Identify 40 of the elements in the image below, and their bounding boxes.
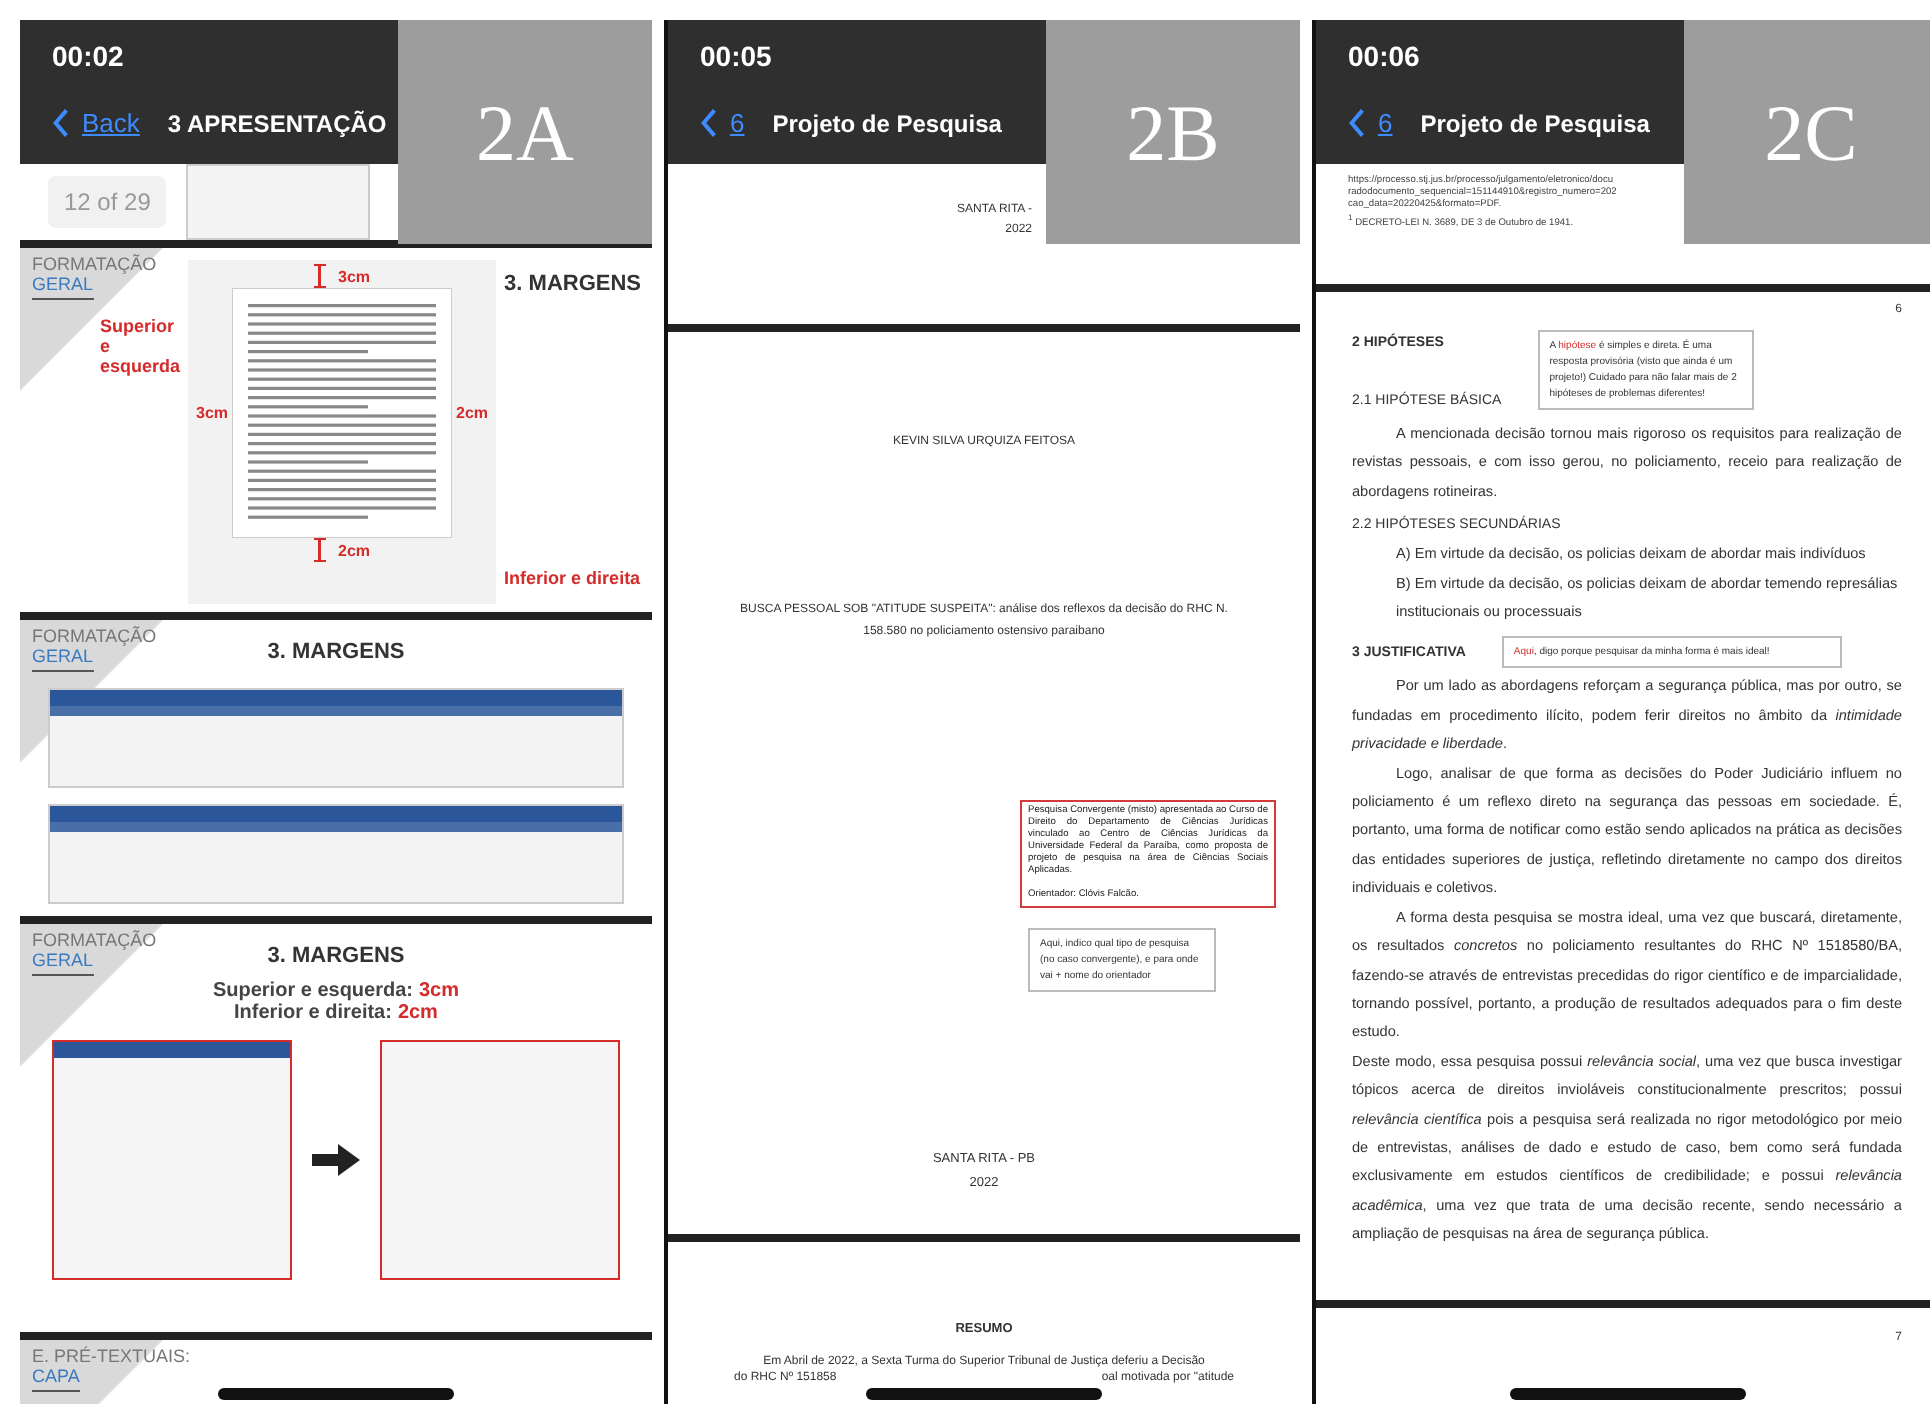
status-time: 00:06 [1348,40,1420,72]
slide-subcategory: GERAL [32,646,94,672]
rule-value: 3cm [419,980,460,1002]
margin-value: 3cm [196,404,229,422]
back-chevron-icon[interactable] [52,108,70,138]
rule-label: Superior e esquerda: [212,980,413,1002]
document-title: 3 APRESENTAÇÃO [167,109,387,137]
slide-subcategory: GERAL [32,274,94,300]
slide-title: 3. MARGENS [504,272,642,296]
document-title: Projeto de Pesquisa [772,109,1002,137]
margin-value: 2cm [338,541,371,559]
rule-label: Inferior e direita: [234,1002,392,1024]
document-title: Projeto de Pesquisa [1420,109,1650,137]
slide-category: E. PRÉ-TEXTUAIS: [32,1346,191,1366]
margin-note: Inferior e direita [504,568,642,588]
slide-category: FORMATAÇÃO [32,930,157,950]
slide-title: 3. MARGENS [267,944,405,968]
panel-label: 2B [1046,20,1300,244]
slide-subcategory: GERAL [32,950,94,976]
margin-note: Superior e esquerda [100,316,181,380]
back-chevron-icon[interactable] [700,108,718,138]
back-link[interactable]: 6 [1378,108,1393,138]
page-counter: 12 of 29 [48,176,167,228]
slide-subcategory: CAPA [32,1366,80,1392]
slide-title: 3. MARGENS [267,640,405,664]
margin-marker-icon [314,264,327,288]
back-chevron-icon[interactable] [1348,108,1366,138]
margin-value: 3cm [338,267,371,285]
back-link[interactable]: Back [82,108,140,138]
panel-label: 2C [1684,20,1930,244]
rule-value: 2cm [397,1002,438,1024]
slide-category: FORMATAÇÃO [32,626,157,646]
margin-value: 2cm [456,404,489,422]
arrow-icon [312,1144,360,1176]
status-time: 00:05 [700,40,772,72]
slide-category: FORMATAÇÃO [32,254,157,274]
margin-marker-icon [314,538,327,562]
back-link[interactable]: 6 [730,108,745,138]
status-time: 00:02 [52,40,124,72]
panel-label: 2A [398,20,652,244]
